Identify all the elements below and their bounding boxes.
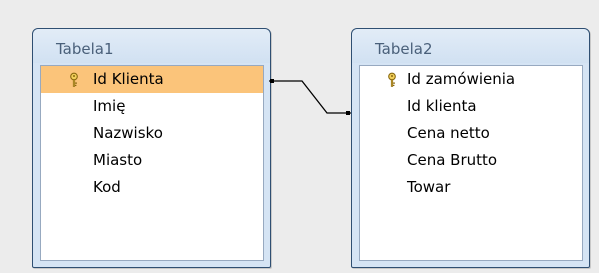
table-title[interactable]: Tabela1	[33, 29, 270, 63]
field-list[interactable]: Id zamówienia Id klienta Cena netto Cena…	[359, 65, 583, 261]
field-label: Cena Brutto	[407, 151, 498, 169]
field-row-kod[interactable]: Kod	[41, 174, 263, 201]
field-row-id-zamowienia[interactable]: Id zamówienia	[360, 66, 582, 93]
field-row-nazwisko[interactable]: Nazwisko	[41, 120, 263, 147]
field-label: Kod	[93, 178, 121, 196]
field-label: Id Klienta	[93, 70, 164, 88]
field-label: Towar	[407, 178, 451, 196]
field-label: Id klienta	[407, 97, 477, 115]
field-label: Nazwisko	[93, 124, 163, 142]
field-label: Miasto	[93, 151, 143, 169]
key-icon	[70, 72, 78, 87]
field-row-miasto[interactable]: Miasto	[41, 147, 263, 174]
field-row-id-klienta-fk[interactable]: Id klienta	[360, 93, 582, 120]
field-label: Id zamówienia	[407, 70, 516, 88]
relationships-canvas: Tabela1 Id Klienta Imię Nazwisko Miasto	[0, 0, 599, 273]
field-label: Imię	[93, 97, 126, 115]
field-row-imie[interactable]: Imię	[41, 93, 263, 120]
field-list[interactable]: Id Klienta Imię Nazwisko Miasto Kod	[40, 65, 264, 261]
table-tabela1[interactable]: Tabela1 Id Klienta Imię Nazwisko Miasto	[32, 28, 271, 268]
field-row-cena-brutto[interactable]: Cena Brutto	[360, 147, 582, 174]
field-row-towar[interactable]: Towar	[360, 174, 582, 201]
field-label: Cena netto	[407, 124, 490, 142]
key-icon	[388, 72, 396, 87]
field-row-id-klienta[interactable]: Id Klienta	[41, 66, 263, 93]
relationship-endpoint-right	[346, 111, 350, 115]
field-row-cena-netto[interactable]: Cena netto	[360, 120, 582, 147]
table-title[interactable]: Tabela2	[352, 29, 589, 63]
table-tabela2[interactable]: Tabela2 Id zamówienia Id klienta Cena ne…	[351, 28, 590, 268]
